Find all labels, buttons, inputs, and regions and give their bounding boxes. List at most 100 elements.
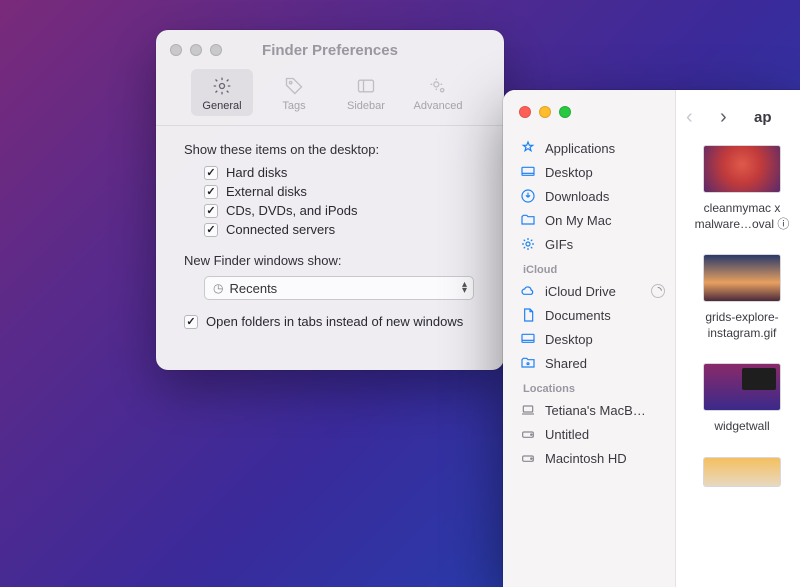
sidebar-item-label: Desktop <box>545 332 665 347</box>
zoom-button[interactable] <box>210 44 222 56</box>
sidebar-group-locations: Locations <box>503 375 675 398</box>
file-name: cleanmymac x malware…oval ⓘ <box>686 201 798 232</box>
check-connected-servers[interactable]: ✓ Connected servers <box>204 222 482 237</box>
file-name: grids-explore-instagram.gif <box>686 310 798 341</box>
sidebar-item-label: Macintosh HD <box>545 451 665 466</box>
folder-title: ap <box>754 109 772 126</box>
finder-sidebar: Applications Desktop Downloads On My Mac… <box>503 90 676 587</box>
gear-icon <box>519 236 537 252</box>
forward-button[interactable]: › <box>720 106 742 129</box>
tag-icon <box>283 75 305 97</box>
finder-preferences-window: Finder Preferences General Tags Sidebar <box>156 30 504 370</box>
minimize-button[interactable] <box>539 106 551 118</box>
check-hard-disks[interactable]: ✓Hard disks <box>204 165 482 180</box>
sidebar-item-applications[interactable]: Applications <box>503 136 675 160</box>
tab-advanced[interactable]: Advanced <box>407 69 469 116</box>
tab-general-label: General <box>202 100 241 112</box>
clock-icon: ◷ <box>213 281 223 295</box>
sidebar-item-label: Desktop <box>545 165 665 180</box>
finder-toolbar: ‹ › ap <box>676 100 800 145</box>
check-label: Open folders in tabs instead of new wind… <box>206 314 463 329</box>
tab-advanced-label: Advanced <box>414 100 463 112</box>
tab-tags-label: Tags <box>282 100 305 112</box>
sidebar-item-label: GIFs <box>545 237 665 252</box>
back-button[interactable]: ‹ <box>686 106 708 129</box>
sidebar-item-label: Downloads <box>545 189 665 204</box>
laptop-icon <box>519 402 537 418</box>
check-open-in-tabs[interactable]: ✓ Open folders in tabs instead of new wi… <box>184 314 482 329</box>
preferences-toolbar: General Tags Sidebar Advanced <box>156 69 504 116</box>
tab-sidebar-label: Sidebar <box>347 100 385 112</box>
file-thumbnail <box>703 254 781 302</box>
shared-folder-icon <box>519 355 537 371</box>
traffic-lights <box>170 44 222 56</box>
disk-icon <box>519 426 537 442</box>
zoom-button[interactable] <box>559 106 571 118</box>
sidebar-item-label: Tetiana's MacB… <box>545 403 665 418</box>
finder-content: ‹ › ap cleanmymac x malware…oval ⓘ grids… <box>676 90 800 587</box>
file-item[interactable] <box>686 457 798 487</box>
sidebar-item-label: Shared <box>545 356 665 371</box>
preferences-titlebar: Finder Preferences General Tags Sidebar <box>156 30 504 126</box>
sidebar-item-untitled[interactable]: Untitled <box>503 422 675 446</box>
sidebar-item-desktop[interactable]: Desktop <box>503 160 675 184</box>
sidebar-item-on-my-mac[interactable]: On My Mac <box>503 208 675 232</box>
sidebar-item-label: Documents <box>545 308 665 323</box>
check-label: External disks <box>226 184 307 199</box>
tab-sidebar[interactable]: Sidebar <box>335 69 397 116</box>
sidebar-group-icloud: iCloud <box>503 256 675 279</box>
sidebar-item-documents[interactable]: Documents <box>503 303 675 327</box>
cloud-icon <box>519 283 537 299</box>
file-item[interactable]: grids-explore-instagram.gif <box>686 254 798 341</box>
sidebar-item-label: On My Mac <box>545 213 665 228</box>
preferences-body: Show these items on the desktop: ✓Hard d… <box>156 126 504 329</box>
close-button[interactable] <box>519 106 531 118</box>
new-window-select[interactable]: ◷ Recents ▴▾ <box>204 276 474 300</box>
sidebar-icon <box>355 75 377 97</box>
file-item[interactable]: widgetwall <box>686 363 798 435</box>
check-label: Connected servers <box>226 222 335 237</box>
checkbox-icon: ✓ <box>204 185 218 199</box>
document-icon <box>519 307 537 323</box>
file-thumbnail <box>703 363 781 411</box>
sidebar-item-macbook[interactable]: Tetiana's MacB… <box>503 398 675 422</box>
chevron-updown-icon: ▴▾ <box>462 282 467 294</box>
traffic-lights <box>519 106 675 118</box>
folder-icon <box>519 212 537 228</box>
file-name: widgetwall <box>686 419 798 435</box>
finder-window: Applications Desktop Downloads On My Mac… <box>503 90 800 587</box>
sidebar-item-label: Untitled <box>545 427 665 442</box>
disk-icon <box>519 450 537 466</box>
checkbox-icon: ✓ <box>204 204 218 218</box>
select-value: Recents <box>229 281 465 296</box>
advanced-gear-icon <box>427 75 449 97</box>
sync-progress-icon <box>651 284 665 298</box>
new-windows-label: New Finder windows show: <box>184 253 482 268</box>
downloads-icon <box>519 188 537 204</box>
check-external-disks[interactable]: ✓ External disks <box>204 184 482 199</box>
desktop-items-label: Show these items on the desktop: <box>184 142 482 157</box>
checkbox-icon: ✓ <box>184 315 198 329</box>
desktop-icon <box>519 331 537 347</box>
close-button[interactable] <box>170 44 182 56</box>
sidebar-item-label: Applications <box>545 141 665 156</box>
file-thumbnail <box>703 145 781 193</box>
tab-general[interactable]: General <box>191 69 253 116</box>
file-grid: cleanmymac x malware…oval ⓘ grids-explor… <box>676 145 800 487</box>
tab-tags[interactable]: Tags <box>263 69 325 116</box>
check-label: CDs, DVDs, and iPods <box>226 203 358 218</box>
minimize-button[interactable] <box>190 44 202 56</box>
checkbox-icon: ✓ <box>204 166 218 180</box>
gear-icon <box>211 75 233 97</box>
sidebar-item-downloads[interactable]: Downloads <box>503 184 675 208</box>
file-thumbnail <box>703 457 781 487</box>
check-cds-dvds-ipods[interactable]: ✓ CDs, DVDs, and iPods <box>204 203 482 218</box>
sidebar-item-label: iCloud Drive <box>545 284 651 299</box>
sidebar-item-icloud-drive[interactable]: iCloud Drive <box>503 279 675 303</box>
file-item[interactable]: cleanmymac x malware…oval ⓘ <box>686 145 798 232</box>
sidebar-item-shared[interactable]: Shared <box>503 351 675 375</box>
sidebar-item-icloud-desktop[interactable]: Desktop <box>503 327 675 351</box>
sidebar-item-macintosh-hd[interactable]: Macintosh HD <box>503 446 675 470</box>
sidebar-item-gifs[interactable]: GIFs <box>503 232 675 256</box>
checkbox-icon: ✓ <box>204 223 218 237</box>
